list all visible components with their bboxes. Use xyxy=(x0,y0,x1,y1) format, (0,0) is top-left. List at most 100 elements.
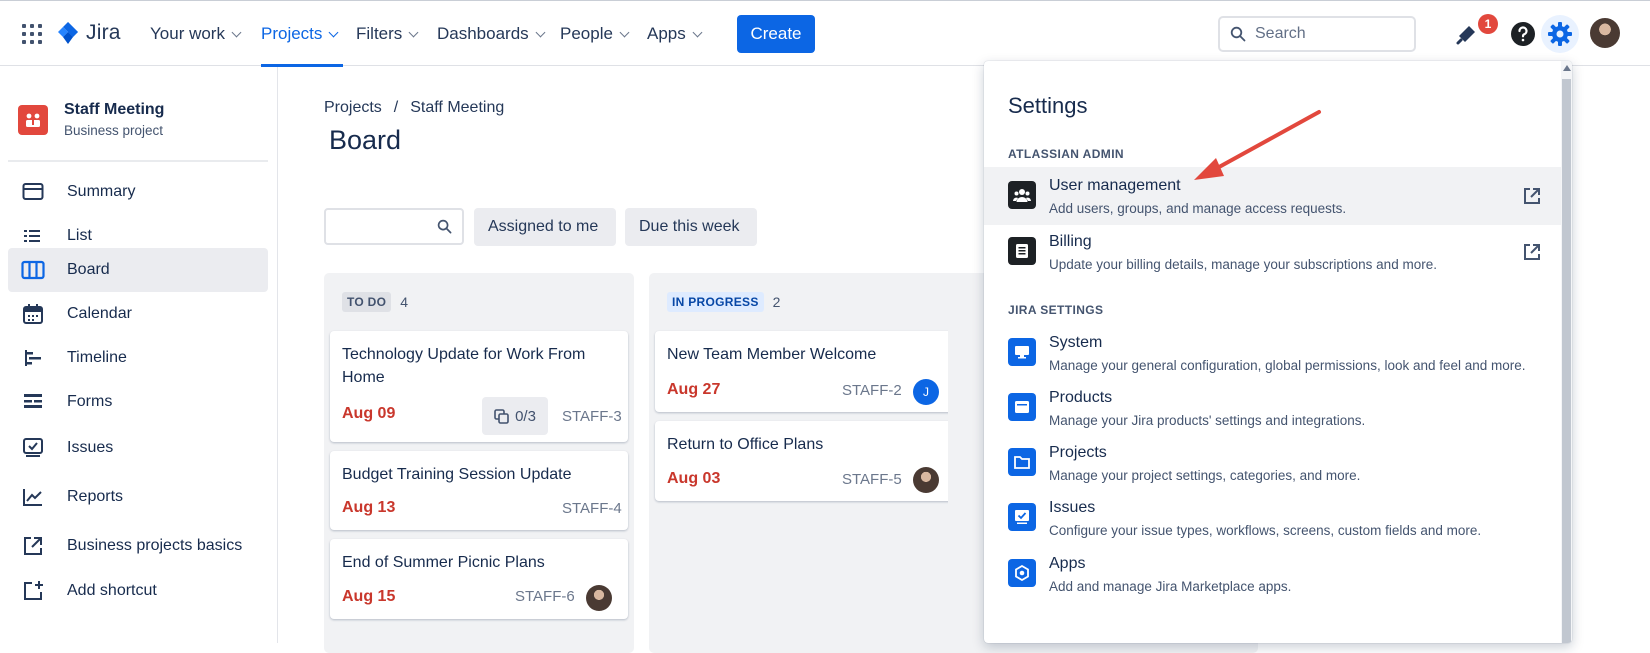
sidebar-item-label: Board xyxy=(67,261,110,278)
nav-apps[interactable]: Apps xyxy=(647,1,703,67)
external-link-icon xyxy=(1524,244,1540,260)
card-title: New Team Member Welcome xyxy=(667,346,877,363)
issue-card[interactable]: Technology Update for Work From Home Aug… xyxy=(330,331,628,442)
sidebar-item-timeline[interactable]: Timeline xyxy=(8,336,268,380)
sidebar-item-forms[interactable]: Forms xyxy=(8,380,268,424)
sidebar-item-label: Add shortcut xyxy=(67,582,157,599)
issue-card[interactable]: New Team Member Welcome Aug 27 STAFF-2 J xyxy=(655,331,953,412)
sidebar-item-issues[interactable]: Issues xyxy=(8,426,268,470)
nav-filters-label: Filters xyxy=(356,24,403,43)
forms-icon xyxy=(21,390,45,414)
global-search[interactable] xyxy=(1218,16,1416,52)
sidebar-item-business-projects-basics[interactable]: Business projects basics xyxy=(8,524,268,568)
settings-item-description: Update your billing details, manage your… xyxy=(1049,257,1437,272)
reports-icon xyxy=(21,485,45,509)
settings-item-description: Add users, groups, and manage access req… xyxy=(1049,201,1347,216)
breadcrumb-projects[interactable]: Projects xyxy=(324,99,382,117)
settings-item-description: Configure your issue types, workflows, s… xyxy=(1049,523,1482,538)
board-search-input[interactable] xyxy=(324,208,464,245)
help-button[interactable] xyxy=(1508,19,1538,49)
chevron-down-icon xyxy=(231,27,242,37)
settings-item-projects[interactable]: Projects Manage your project settings, c… xyxy=(984,434,1561,492)
settings-item-description: Manage your Jira products' settings and … xyxy=(1049,413,1366,428)
sidebar-item-summary[interactable]: Summary xyxy=(8,170,268,214)
scroll-up-arrow-icon[interactable] xyxy=(1563,65,1571,71)
breadcrumb: Projects / Staff Meeting xyxy=(324,99,504,117)
notification-count-badge: 1 xyxy=(1478,14,1498,34)
search-icon xyxy=(1230,26,1246,42)
issue-card[interactable]: Return to Office Plans Aug 03 STAFF-5 xyxy=(655,421,953,501)
assignee-avatar[interactable] xyxy=(586,585,612,611)
sidebar-item-label: Summary xyxy=(67,183,136,200)
board-icon xyxy=(21,258,45,282)
settings-item-title: Products xyxy=(1049,389,1113,406)
sidebar-item-label: List xyxy=(67,227,92,244)
project-name: Staff Meeting xyxy=(64,101,165,118)
issue-key: STAFF-6 xyxy=(515,588,575,605)
settings-item-billing[interactable]: Billing Update your billing details, man… xyxy=(984,223,1561,281)
nav-filters[interactable]: Filters xyxy=(356,1,419,67)
search-input[interactable] xyxy=(1255,25,1405,43)
issue-key: STAFF-5 xyxy=(842,471,902,488)
list-icon xyxy=(21,224,45,248)
subtask-count-text: 0/3 xyxy=(515,407,536,425)
sidebar-item-label: Calendar xyxy=(67,305,132,322)
app-switcher-icon[interactable] xyxy=(22,24,42,44)
card-due-date: Aug 03 xyxy=(667,470,721,487)
assignee-avatar[interactable]: J xyxy=(913,379,939,405)
issues-settings-icon xyxy=(1008,503,1036,531)
settings-item-system[interactable]: System Manage your general configuration… xyxy=(984,324,1561,382)
user-avatar[interactable] xyxy=(1590,18,1620,48)
nav-dashboards-label: Dashboards xyxy=(437,24,529,43)
card-due-date: Aug 13 xyxy=(342,499,396,516)
summary-icon xyxy=(21,180,45,204)
search-icon xyxy=(437,219,452,234)
sidebar-item-label: Reports xyxy=(67,488,124,505)
card-title: Budget Training Session Update xyxy=(342,466,572,483)
assignee-avatar[interactable] xyxy=(913,467,939,493)
add-shortcut-icon xyxy=(21,579,45,603)
issues-icon xyxy=(21,436,45,460)
breadcrumb-project[interactable]: Staff Meeting xyxy=(410,99,504,117)
create-button[interactable]: Create xyxy=(737,15,815,53)
settings-item-title: Issues xyxy=(1049,499,1096,516)
issue-card[interactable]: End of Summer Picnic Plans Aug 15 STAFF-… xyxy=(330,539,628,619)
column-header: IN PROGRESS 2 xyxy=(667,292,780,312)
card-title: Return to Office Plans xyxy=(667,436,824,453)
settings-item-issues[interactable]: Issues Configure your issue types, workf… xyxy=(984,489,1561,547)
settings-item-products[interactable]: Products Manage your Jira products' sett… xyxy=(984,379,1561,437)
card-due-date: Aug 27 xyxy=(667,381,721,398)
column-count: 2 xyxy=(772,294,781,310)
sidebar-item-calendar[interactable]: Calendar xyxy=(8,292,268,336)
assigned-to-me-filter[interactable]: Assigned to me xyxy=(474,208,616,246)
settings-title: Settings xyxy=(1008,93,1088,118)
column-count: 4 xyxy=(400,294,409,310)
nav-projects[interactable]: Projects xyxy=(261,1,344,67)
board-column-in-progress: IN PROGRESS 2 New Team Member Welcome Au… xyxy=(649,273,959,653)
settings-item-apps[interactable]: Apps Add and manage Jira Marketplace app… xyxy=(984,545,1561,603)
card-due-date: Aug 09 xyxy=(342,405,396,422)
chevron-down-icon xyxy=(692,27,703,37)
jira-logo[interactable]: Jira xyxy=(56,20,121,46)
nav-dashboards[interactable]: Dashboards xyxy=(437,1,546,67)
issue-card[interactable]: Budget Training Session Update Aug 13 ST… xyxy=(330,451,628,530)
calendar-icon xyxy=(21,302,45,326)
sidebar-item-board[interactable]: Board xyxy=(8,248,268,292)
due-this-week-filter[interactable]: Due this week xyxy=(625,208,757,246)
settings-item-title: Apps xyxy=(1049,555,1086,572)
settings-item-title: User management xyxy=(1049,177,1181,194)
settings-button[interactable] xyxy=(1541,15,1579,53)
nav-your-work[interactable]: Your work xyxy=(150,1,242,67)
sidebar-item-reports[interactable]: Reports xyxy=(8,475,268,519)
chevron-down-icon xyxy=(328,27,339,37)
chevron-down-icon xyxy=(619,27,630,37)
project-header[interactable]: Staff Meeting Business project xyxy=(18,101,164,138)
sidebar-item-add-shortcut[interactable]: Add shortcut xyxy=(8,569,268,613)
nav-people[interactable]: People xyxy=(560,1,630,67)
card-title: End of Summer Picnic Plans xyxy=(342,554,545,571)
subtask-count[interactable]: 0/3 xyxy=(482,397,548,435)
settings-scrollbar-thumb[interactable] xyxy=(1562,79,1571,643)
project-sidebar: Staff Meeting Business project Summary L… xyxy=(0,67,278,643)
column-name: IN PROGRESS xyxy=(667,292,764,312)
settings-item-title: System xyxy=(1049,334,1103,351)
